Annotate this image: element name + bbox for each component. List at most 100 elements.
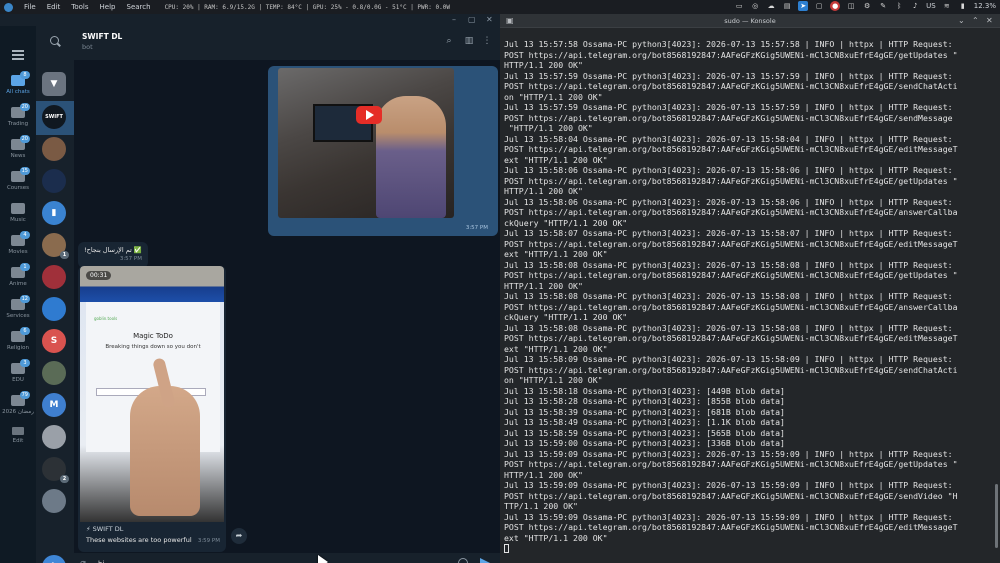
terminal-line: POST https://api.telegram.org/bot8568192… (504, 459, 958, 469)
maximize-icon[interactable]: ▢ (468, 15, 476, 24)
menu-help[interactable]: Help (100, 3, 116, 11)
terminal-prompt[interactable] (504, 543, 990, 554)
incoming-text-message[interactable]: ✅ تم الإرسال بنجاح! 3:57 PM (78, 242, 148, 268)
telegram-tray-icon[interactable]: ➤ (798, 1, 809, 11)
cloud-icon[interactable]: ☁ (766, 1, 776, 11)
battery-icon[interactable]: ▮ (958, 1, 968, 11)
terminal-line: POST https://api.telegram.org/bot8568192… (504, 333, 958, 343)
folder-label: EDU (12, 377, 24, 383)
speaker-icon[interactable]: ♪ (910, 1, 920, 11)
text-cursor (504, 544, 509, 553)
search-icon[interactable]: ⌕ (444, 36, 454, 46)
menu-edit[interactable]: Edit (47, 3, 61, 11)
network-icon[interactable]: ◎ (750, 1, 760, 11)
maximize-icon[interactable]: ⌃ (972, 16, 979, 25)
video-thumbnail[interactable]: 00:31 goblin.tools Magic ToDo Breaking t… (80, 266, 224, 522)
settings-icon[interactable]: ⚙ (862, 1, 872, 11)
search-icon[interactable] (50, 36, 59, 45)
terminal-scrollbar[interactable] (995, 484, 998, 548)
terminal-line: POST https://api.telegram.org/bot8568192… (504, 49, 958, 60)
menu-search[interactable]: Search (127, 3, 151, 11)
chat-avatar[interactable] (42, 297, 66, 321)
clipboard-icon[interactable]: ▤ (782, 1, 792, 11)
folder-services[interactable]: 12 Services (0, 294, 36, 326)
folder-movies[interactable]: 4 Movies (0, 230, 36, 262)
folders-sidebar: 8 All chats 20 Trading 20 News 15 Course… (0, 26, 36, 563)
chat-avatar[interactable]: M (42, 393, 66, 417)
chat-avatar[interactable] (42, 265, 66, 289)
device-icon[interactable]: ◫ (846, 1, 856, 11)
konsole-window: ▣ sudo — Konsole ⌄ ⌃ ✕ Jul 13 15:57:58 O… (500, 14, 1000, 563)
message-input[interactable] (98, 557, 428, 563)
folder-badge: 15 (19, 167, 30, 175)
wifi-icon[interactable]: ≋ (942, 1, 952, 11)
terminal-line: Jul 13 15:59:09 Ossama-PC python3[4023]:… (504, 448, 953, 459)
folder-all-chats[interactable]: 8 All chats (0, 70, 36, 102)
minimize-icon[interactable]: – (452, 15, 456, 24)
chat-avatar[interactable]: 1 (42, 233, 69, 259)
folder-courses[interactable]: 15 Courses (0, 166, 36, 198)
chat-avatar[interactable]: S (42, 329, 66, 353)
forwarded-from[interactable]: ⚡ SWIFT DL (86, 525, 123, 533)
chat-avatar-swift-dl[interactable]: SWIFT (42, 105, 66, 129)
chat-avatar[interactable]: L (42, 555, 66, 563)
folder-edu[interactable]: 3 EDU (0, 358, 36, 390)
chat-avatar[interactable] (42, 489, 66, 513)
terminal-line: HTTP/1.1 200 OK" (504, 280, 583, 291)
terminal-line: Jul 13 15:58:07 Ossama-PC python3[4023]:… (504, 228, 953, 238)
chat-avatar-archive[interactable]: ▼ (42, 72, 66, 96)
folder-trading[interactable]: 20 Trading (0, 102, 36, 134)
folder-anime[interactable]: 1 Anime (0, 262, 36, 294)
paperclip-icon[interactable]: ⌀ (80, 558, 86, 563)
folder-badge: 20 (19, 103, 30, 111)
folder-news[interactable]: 20 News (0, 134, 36, 166)
terminal-line: ckQuery "HTTP/1.1 200 OK" (504, 312, 628, 322)
terminal-line: POST https://api.telegram.org/bot8568192… (504, 522, 958, 532)
chat-avatar[interactable] (42, 425, 66, 449)
send-icon[interactable] (480, 558, 492, 563)
outgoing-video-message[interactable]: 3:57 PM (268, 66, 498, 236)
folder-badge: 3 (20, 359, 30, 367)
folder-music[interactable]: Music (0, 198, 36, 230)
folder-ramadan[interactable]: 79 رمضان 2026 (0, 390, 36, 422)
chat-header[interactable]: SWIFT DL bot ⌕ ▥ ⋮ (74, 26, 500, 60)
terminal-line: POST https://api.telegram.org/bot8568192… (504, 270, 958, 280)
launcher-icon[interactable] (4, 2, 13, 12)
telegram-window: – ▢ ✕ 8 All chats 20 Trading 20 News 15 … (0, 14, 500, 563)
terminal-line: Jul 13 15:58:18 Ossama-PC python3[4023]:… (504, 385, 785, 396)
recording-icon[interactable]: ● (830, 1, 841, 11)
terminal-output[interactable]: Jul 13 15:57:58 Ossama-PC python3[4023]:… (504, 39, 990, 559)
chat-unread-badge: 2 (60, 475, 69, 483)
keyboard-layout[interactable]: US (926, 2, 936, 10)
menu-tools[interactable]: Tools (71, 3, 88, 11)
folder-edit[interactable]: Edit (0, 422, 36, 454)
notes-icon[interactable]: ✎ (878, 1, 888, 11)
video-thumbnail[interactable] (278, 68, 454, 218)
close-icon[interactable]: ✕ (986, 16, 993, 25)
chat-avatar[interactable] (42, 169, 66, 193)
minimize-icon[interactable]: ⌄ (958, 16, 965, 25)
folder-badge: 20 (19, 135, 30, 143)
more-options-icon[interactable]: ⋮ (482, 36, 492, 46)
folder-religion[interactable]: 6 Religion (0, 326, 36, 358)
play-icon[interactable] (356, 106, 382, 124)
hamburger-menu-icon[interactable] (12, 50, 24, 62)
emoji-icon[interactable] (458, 558, 468, 563)
chat-avatar-initial: SWIFT (45, 114, 63, 120)
terminal-line: Jul 13 15:58:28 Ossama-PC python3[4023]:… (504, 396, 785, 406)
chat-avatar[interactable] (42, 361, 66, 385)
bluetooth-icon[interactable]: ᛒ (894, 1, 904, 11)
window-icon[interactable]: ▭ (734, 1, 744, 11)
chat-avatar-saved-messages[interactable]: ▮ (42, 201, 66, 225)
menu-file[interactable]: File (24, 3, 36, 11)
incoming-video-message[interactable]: 00:31 goblin.tools Magic ToDo Breaking t… (78, 266, 226, 552)
system-stats: CPU: 20% | RAM: 6.9/15.2G | TEMP: 84°C |… (164, 3, 450, 11)
sidebar-toggle-icon[interactable]: ▥ (464, 36, 474, 46)
forward-icon[interactable]: ➦ (231, 528, 247, 544)
chat-title: SWIFT DL (82, 32, 123, 41)
close-icon[interactable]: ✕ (486, 15, 493, 24)
chat-avatar[interactable]: 2 (42, 457, 69, 483)
message-composer: ⌀ (74, 553, 500, 563)
monitor-icon[interactable]: ▢ (814, 1, 824, 11)
chat-avatar[interactable] (42, 137, 66, 161)
